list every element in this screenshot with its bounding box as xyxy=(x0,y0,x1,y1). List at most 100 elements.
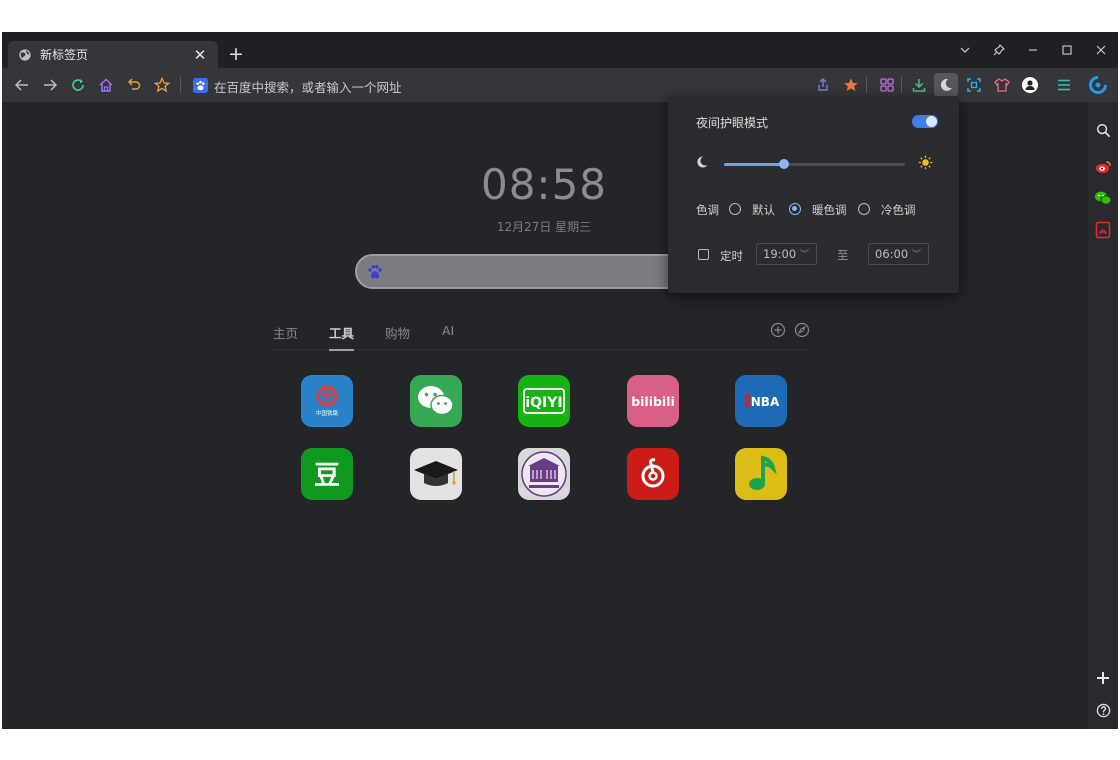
browser-window: 新标签页 ✕ + 在百度中搜索，或者输入一个网址 08:58 12月27日 星期… xyxy=(2,32,1118,729)
night-mode-toggle[interactable] xyxy=(912,115,938,128)
brightness-slider[interactable] xyxy=(724,159,905,169)
tone-radio-cool[interactable] xyxy=(858,203,870,215)
app-bilibili[interactable]: bilibili xyxy=(627,375,679,427)
toolbar-separator xyxy=(866,77,867,93)
home-icon[interactable] xyxy=(94,73,118,97)
screenshot-icon[interactable] xyxy=(962,73,986,97)
brightness-slider-fill xyxy=(724,163,784,166)
forward-icon[interactable] xyxy=(38,73,62,97)
night-mode-moon-icon[interactable] xyxy=(934,73,958,97)
back-icon[interactable] xyxy=(10,73,34,97)
skin-shirt-icon[interactable] xyxy=(990,73,1014,97)
window-controls xyxy=(948,32,1118,68)
pin-icon[interactable] xyxy=(982,32,1016,68)
timer-checkbox[interactable] xyxy=(698,249,709,260)
toolbar-separator xyxy=(180,77,181,93)
university-seal-icon xyxy=(521,451,567,497)
address-bar[interactable]: 在百度中搜索，或者输入一个网址 xyxy=(214,77,402,96)
app-university[interactable] xyxy=(518,448,570,500)
tab-tools[interactable]: 工具 xyxy=(329,323,355,351)
browser-logo-icon[interactable] xyxy=(1086,73,1110,97)
wechat-icon xyxy=(418,386,454,416)
douban-text: 豆 xyxy=(314,461,340,491)
user-avatar-icon[interactable] xyxy=(1018,73,1042,97)
chevron-down-icon: ﹀ xyxy=(799,250,809,260)
app-railway-12306[interactable]: 中国铁路 xyxy=(301,375,353,427)
moon-icon xyxy=(697,156,708,168)
bookmark-star-icon[interactable] xyxy=(150,73,174,97)
tab-new-tab-page[interactable]: 新标签页 ✕ xyxy=(8,41,218,68)
baidu-paw-icon xyxy=(368,265,382,279)
app-scholar[interactable] xyxy=(410,448,462,500)
new-tab-button[interactable]: + xyxy=(226,43,246,65)
railway-logo-icon: 中国铁路 xyxy=(301,375,353,427)
apps-grid-icon[interactable] xyxy=(875,73,899,97)
to-label: 至 xyxy=(837,248,849,262)
search-icon[interactable] xyxy=(1093,120,1113,140)
nba-logo-icon: NBA xyxy=(745,394,780,409)
start-time-value: 19:00 xyxy=(763,247,797,261)
brightness-slider-handle[interactable] xyxy=(778,159,789,169)
tab-close-icon[interactable]: ✕ xyxy=(192,46,208,64)
compass-icon[interactable] xyxy=(794,322,810,338)
douban-logo-icon: 豆 xyxy=(314,461,340,491)
timer-label: 定时 xyxy=(720,249,743,263)
maximize-icon[interactable] xyxy=(1050,32,1084,68)
site-category-tabs: 主页 工具 购物 AI xyxy=(273,320,810,351)
tone-radio-warm[interactable] xyxy=(789,203,801,215)
help-icon[interactable] xyxy=(1093,700,1113,720)
netease-music-icon xyxy=(641,458,665,488)
download-icon[interactable] xyxy=(907,73,931,97)
night-mode-title: 夜间护眼模式 xyxy=(696,116,769,130)
weibo-icon[interactable] xyxy=(1093,156,1113,176)
toolbar-separator xyxy=(901,77,902,93)
tone-label: 色调 xyxy=(696,203,719,217)
end-time-value: 06:00 xyxy=(875,247,909,261)
app-iqiyi[interactable]: iQIYI xyxy=(518,375,570,427)
baidu-paw-icon[interactable] xyxy=(188,73,212,97)
app-nba[interactable]: NBA xyxy=(735,375,787,427)
end-time-select[interactable]: 06:00 ﹀ xyxy=(868,243,929,265)
close-window-icon[interactable] xyxy=(1084,32,1118,68)
app-qq-music[interactable] xyxy=(735,448,787,500)
pdf-reader-icon[interactable] xyxy=(1093,220,1113,240)
iqiyi-text: iQIYI xyxy=(525,395,562,411)
reload-icon[interactable] xyxy=(66,73,90,97)
tone-option-default[interactable]: 默认 xyxy=(752,202,775,218)
add-sidebar-item-icon[interactable] xyxy=(1093,668,1113,688)
undo-close-tab-icon[interactable] xyxy=(122,73,146,97)
tone-option-warm[interactable]: 暖色调 xyxy=(812,202,847,218)
app-douban[interactable]: 豆 xyxy=(301,448,353,500)
clock-date: 12月27日 星期三 xyxy=(496,220,592,234)
tab-title: 新标签页 xyxy=(40,48,89,62)
globe-icon xyxy=(19,48,31,61)
tab-ai[interactable]: AI xyxy=(442,323,454,338)
nba-text: NBA xyxy=(751,395,780,409)
tab-list-dropdown-icon[interactable] xyxy=(948,32,982,68)
app-sub-label: 中国铁路 xyxy=(316,409,339,417)
title-bar: 新标签页 ✕ + xyxy=(2,32,1118,68)
app-wechat[interactable] xyxy=(410,375,462,427)
start-time-select[interactable]: 19:00 ﹀ xyxy=(756,243,817,265)
graduation-cap-icon xyxy=(414,461,458,486)
minimize-icon[interactable] xyxy=(1016,32,1050,68)
night-mode-panel: 夜间护眼模式 色调 默认 暖色调 冷色调 定时 19:00 ﹀ 至 06:00 … xyxy=(668,96,959,293)
bilibili-logo-icon: bilibili xyxy=(631,394,675,409)
tab-home[interactable]: 主页 xyxy=(273,323,298,342)
favorite-filled-star-icon[interactable] xyxy=(839,73,863,97)
clock-time: 08:58 xyxy=(480,160,608,209)
tone-radio-default[interactable] xyxy=(729,203,741,215)
share-icon[interactable] xyxy=(811,73,835,97)
iqiyi-logo-icon: iQIYI xyxy=(523,388,565,414)
tone-option-cool[interactable]: 冷色调 xyxy=(881,202,916,218)
qq-music-note-icon xyxy=(749,455,777,490)
bilibili-text: bilibili xyxy=(631,394,675,409)
wechat-sidebar-icon[interactable] xyxy=(1093,188,1113,208)
app-netease-music[interactable] xyxy=(627,448,679,500)
tab-shopping[interactable]: 购物 xyxy=(385,323,410,342)
right-sidebar xyxy=(1086,102,1118,729)
menu-icon[interactable] xyxy=(1052,73,1076,97)
add-site-icon[interactable] xyxy=(770,322,786,338)
sun-icon xyxy=(918,155,933,170)
chevron-down-icon: ﹀ xyxy=(911,250,921,260)
